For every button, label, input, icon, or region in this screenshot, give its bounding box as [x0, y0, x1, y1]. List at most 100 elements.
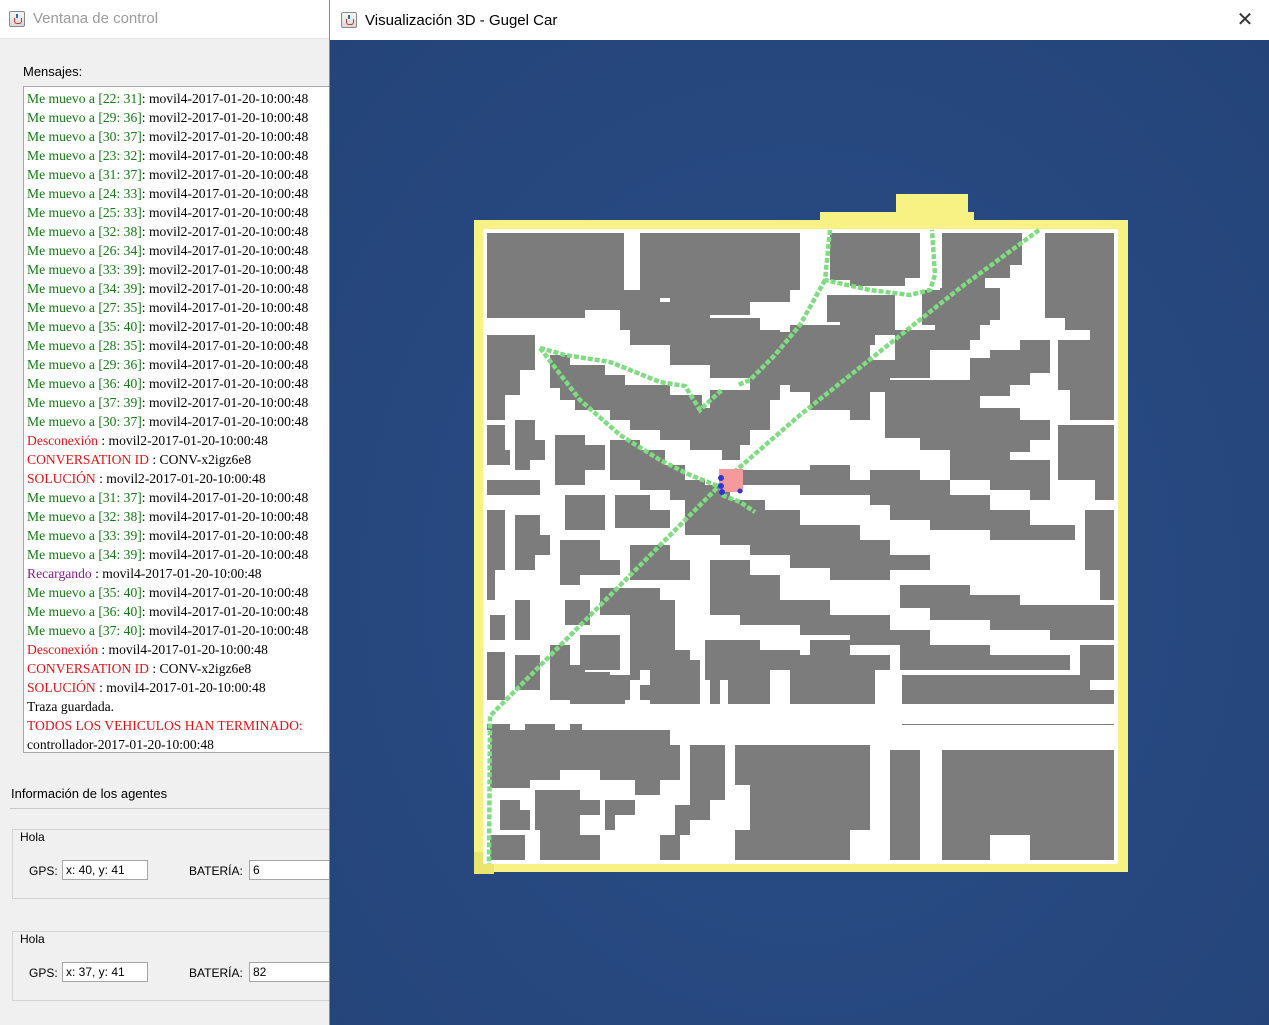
message-text: controllador-2017-01-20-10:00:48: [27, 737, 214, 752]
building: [710, 660, 720, 705]
visualization-window-titlebar[interactable]: Visualización 3D - Gugel Car ✕: [330, 0, 1269, 40]
message-line: Me muevo a [34: 39]: movil2-2017-01-20-1…: [27, 279, 362, 298]
message-text: : movil2-2017-01-20-10:00:48: [141, 376, 309, 391]
message-text: : movil4-2017-01-20-10:00:48: [141, 357, 309, 372]
message-text: : movil4-2017-01-20-10:00:48: [141, 205, 309, 220]
message-text: : movil4-2017-01-20-10:00:48: [97, 642, 268, 657]
message-line: CONVERSATION ID : CONV-x2igz6e8: [27, 659, 362, 678]
message-key: Me muevo a [37: 40]: [27, 623, 142, 638]
message-line: Me muevo a [35: 40]: movil4-2017-01-20-1…: [27, 583, 362, 602]
gps-label: GPS:: [29, 864, 58, 878]
java-cup-icon: [341, 12, 357, 28]
message-line: Me muevo a [29: 36]: movil2-2017-01-20-1…: [27, 108, 362, 127]
message-text: : movil4-2017-01-20-10:00:48: [141, 300, 309, 315]
building: [735, 745, 870, 860]
message-line: Me muevo a [28: 35]: movil4-2017-01-20-1…: [27, 336, 362, 355]
message-key: CONVERSATION ID: [27, 661, 149, 676]
message-key: Desconexión: [27, 642, 98, 657]
message-text: : movil4-2017-01-20-10:00:48: [141, 528, 309, 543]
message-line: Traza guardada.: [27, 697, 362, 716]
map-3d-view[interactable]: [330, 40, 1269, 1025]
message-line: Me muevo a [31: 37]: movil4-2017-01-20-1…: [27, 488, 362, 507]
message-text: : movil4-2017-01-20-10:00:48: [141, 91, 309, 106]
message-text: : CONV-x2igz6e8: [148, 452, 252, 467]
message-text: : movil4-2017-01-20-10:00:48: [141, 604, 309, 619]
message-text: : movil4-2017-01-20-10:00:48: [91, 566, 262, 581]
building: [660, 835, 680, 860]
message-key: Me muevo a [28: 35]: [27, 338, 142, 353]
message-text: : movil2-2017-01-20-10:00:48: [141, 224, 309, 239]
road-segment: [483, 704, 1118, 724]
building: [1030, 835, 1114, 860]
message-key: Me muevo a [27: 35]: [27, 300, 142, 315]
battery-label: BATERÍA:: [189, 966, 243, 980]
message-key: Me muevo a [22: 31]: [27, 91, 142, 106]
messages-list: Me muevo a [22: 31]: movil4-2017-01-20-1…: [24, 87, 362, 752]
message-key: Me muevo a [24: 33]: [27, 186, 142, 201]
message-line: Me muevo a [26: 34]: movil4-2017-01-20-1…: [27, 241, 362, 260]
building: [950, 848, 970, 860]
message-line: Me muevo a [34: 39]: movil4-2017-01-20-1…: [27, 545, 362, 564]
message-line: Me muevo a [27: 35]: movil4-2017-01-20-1…: [27, 298, 362, 317]
message-key: SOLUCIÓN: [27, 471, 96, 486]
road-segment: [725, 740, 735, 864]
message-line: TODOS LOS VEHICULOS HAN TERMINADO:: [27, 716, 362, 735]
message-text: : movil2-2017-01-20-10:00:48: [141, 110, 309, 125]
agent-panel: Hola GPS: x: 37, y: 41 BATERÍA: 82: [12, 931, 373, 1001]
messages-textarea[interactable]: Me muevo a [22: 31]: movil4-2017-01-20-1…: [23, 86, 363, 753]
message-line: Me muevo a [30: 37]: movil2-2017-01-20-1…: [27, 127, 362, 146]
message-key: TODOS LOS VEHICULOS HAN TERMINADO:: [27, 718, 303, 733]
building: [490, 615, 505, 640]
message-line: CONVERSATION ID : CONV-x2igz6e8: [27, 450, 362, 469]
gps-field[interactable]: x: 37, y: 41: [62, 962, 148, 982]
message-line: Me muevo a [25: 33]: movil4-2017-01-20-1…: [27, 203, 362, 222]
message-key: Desconexión: [27, 433, 98, 448]
message-text: : movil2-2017-01-20-10:00:48: [97, 433, 268, 448]
building: [1080, 645, 1114, 680]
message-text: : movil4-2017-01-20-10:00:48: [141, 338, 309, 353]
close-icon[interactable]: ✕: [1235, 10, 1255, 30]
message-line: Me muevo a [35: 40]: movil2-2017-01-20-1…: [27, 317, 362, 336]
message-text: : movil2-2017-01-20-10:00:48: [141, 262, 309, 277]
message-text: : movil4-2017-01-20-10:00:48: [141, 547, 309, 562]
message-key: Me muevo a [35: 40]: [27, 319, 142, 334]
agents-heading: Información de los agentes: [11, 786, 168, 801]
message-line: Me muevo a [32: 38]: movil4-2017-01-20-1…: [27, 507, 362, 526]
message-line: SOLUCIÓN : movil4-2017-01-20-10:00:48: [27, 678, 362, 697]
message-key: Me muevo a [34: 39]: [27, 547, 142, 562]
message-key: Me muevo a [30: 37]: [27, 129, 142, 144]
message-text: : movil4-2017-01-20-10:00:48: [141, 243, 309, 258]
boundary-wall-notch: [896, 194, 968, 218]
vehicle-marker: [718, 483, 724, 489]
message-key: Me muevo a [33: 39]: [27, 528, 142, 543]
message-text: : movil2-2017-01-20-10:00:48: [95, 471, 266, 486]
message-key: Me muevo a [36: 40]: [27, 604, 142, 619]
agent-name: Hola: [20, 932, 45, 946]
message-line: Me muevo a [24: 33]: movil4-2017-01-20-1…: [27, 184, 362, 203]
building: [487, 652, 505, 700]
building: [580, 635, 620, 670]
message-key: Me muevo a [29: 36]: [27, 110, 142, 125]
message-line: Me muevo a [33: 39]: movil2-2017-01-20-1…: [27, 260, 362, 279]
message-line: Recargando : movil4-2017-01-20-10:00:48: [27, 564, 362, 583]
message-key: Me muevo a [31: 37]: [27, 167, 142, 182]
message-line: Me muevo a [36: 40]: movil4-2017-01-20-1…: [27, 602, 362, 621]
gps-label: GPS:: [29, 966, 58, 980]
java-cup-icon: [9, 11, 25, 27]
vehicle-marker: [737, 488, 743, 494]
gps-field[interactable]: x: 40, y: 41: [62, 860, 148, 880]
message-line: SOLUCIÓN : movil2-2017-01-20-10:00:48: [27, 469, 362, 488]
message-text: : movil2-2017-01-20-10:00:48: [141, 319, 309, 334]
message-key: Me muevo a [36: 40]: [27, 376, 142, 391]
message-key: Me muevo a [25: 33]: [27, 205, 142, 220]
message-text: : movil4-2017-01-20-10:00:48: [141, 509, 309, 524]
message-line: Me muevo a [33: 39]: movil4-2017-01-20-1…: [27, 526, 362, 545]
message-line: Me muevo a [29: 36]: movil4-2017-01-20-1…: [27, 355, 362, 374]
visualization-window: Visualización 3D - Gugel Car ✕: [329, 0, 1269, 1025]
agent-name: Hola: [20, 830, 45, 844]
message-text: : movil4-2017-01-20-10:00:48: [141, 585, 309, 600]
message-key: Me muevo a [34: 39]: [27, 281, 142, 296]
message-text: : movil2-2017-01-20-10:00:48: [141, 281, 309, 296]
building: [515, 655, 540, 690]
message-line: Me muevo a [30: 37]: movil4-2017-01-20-1…: [27, 412, 362, 431]
